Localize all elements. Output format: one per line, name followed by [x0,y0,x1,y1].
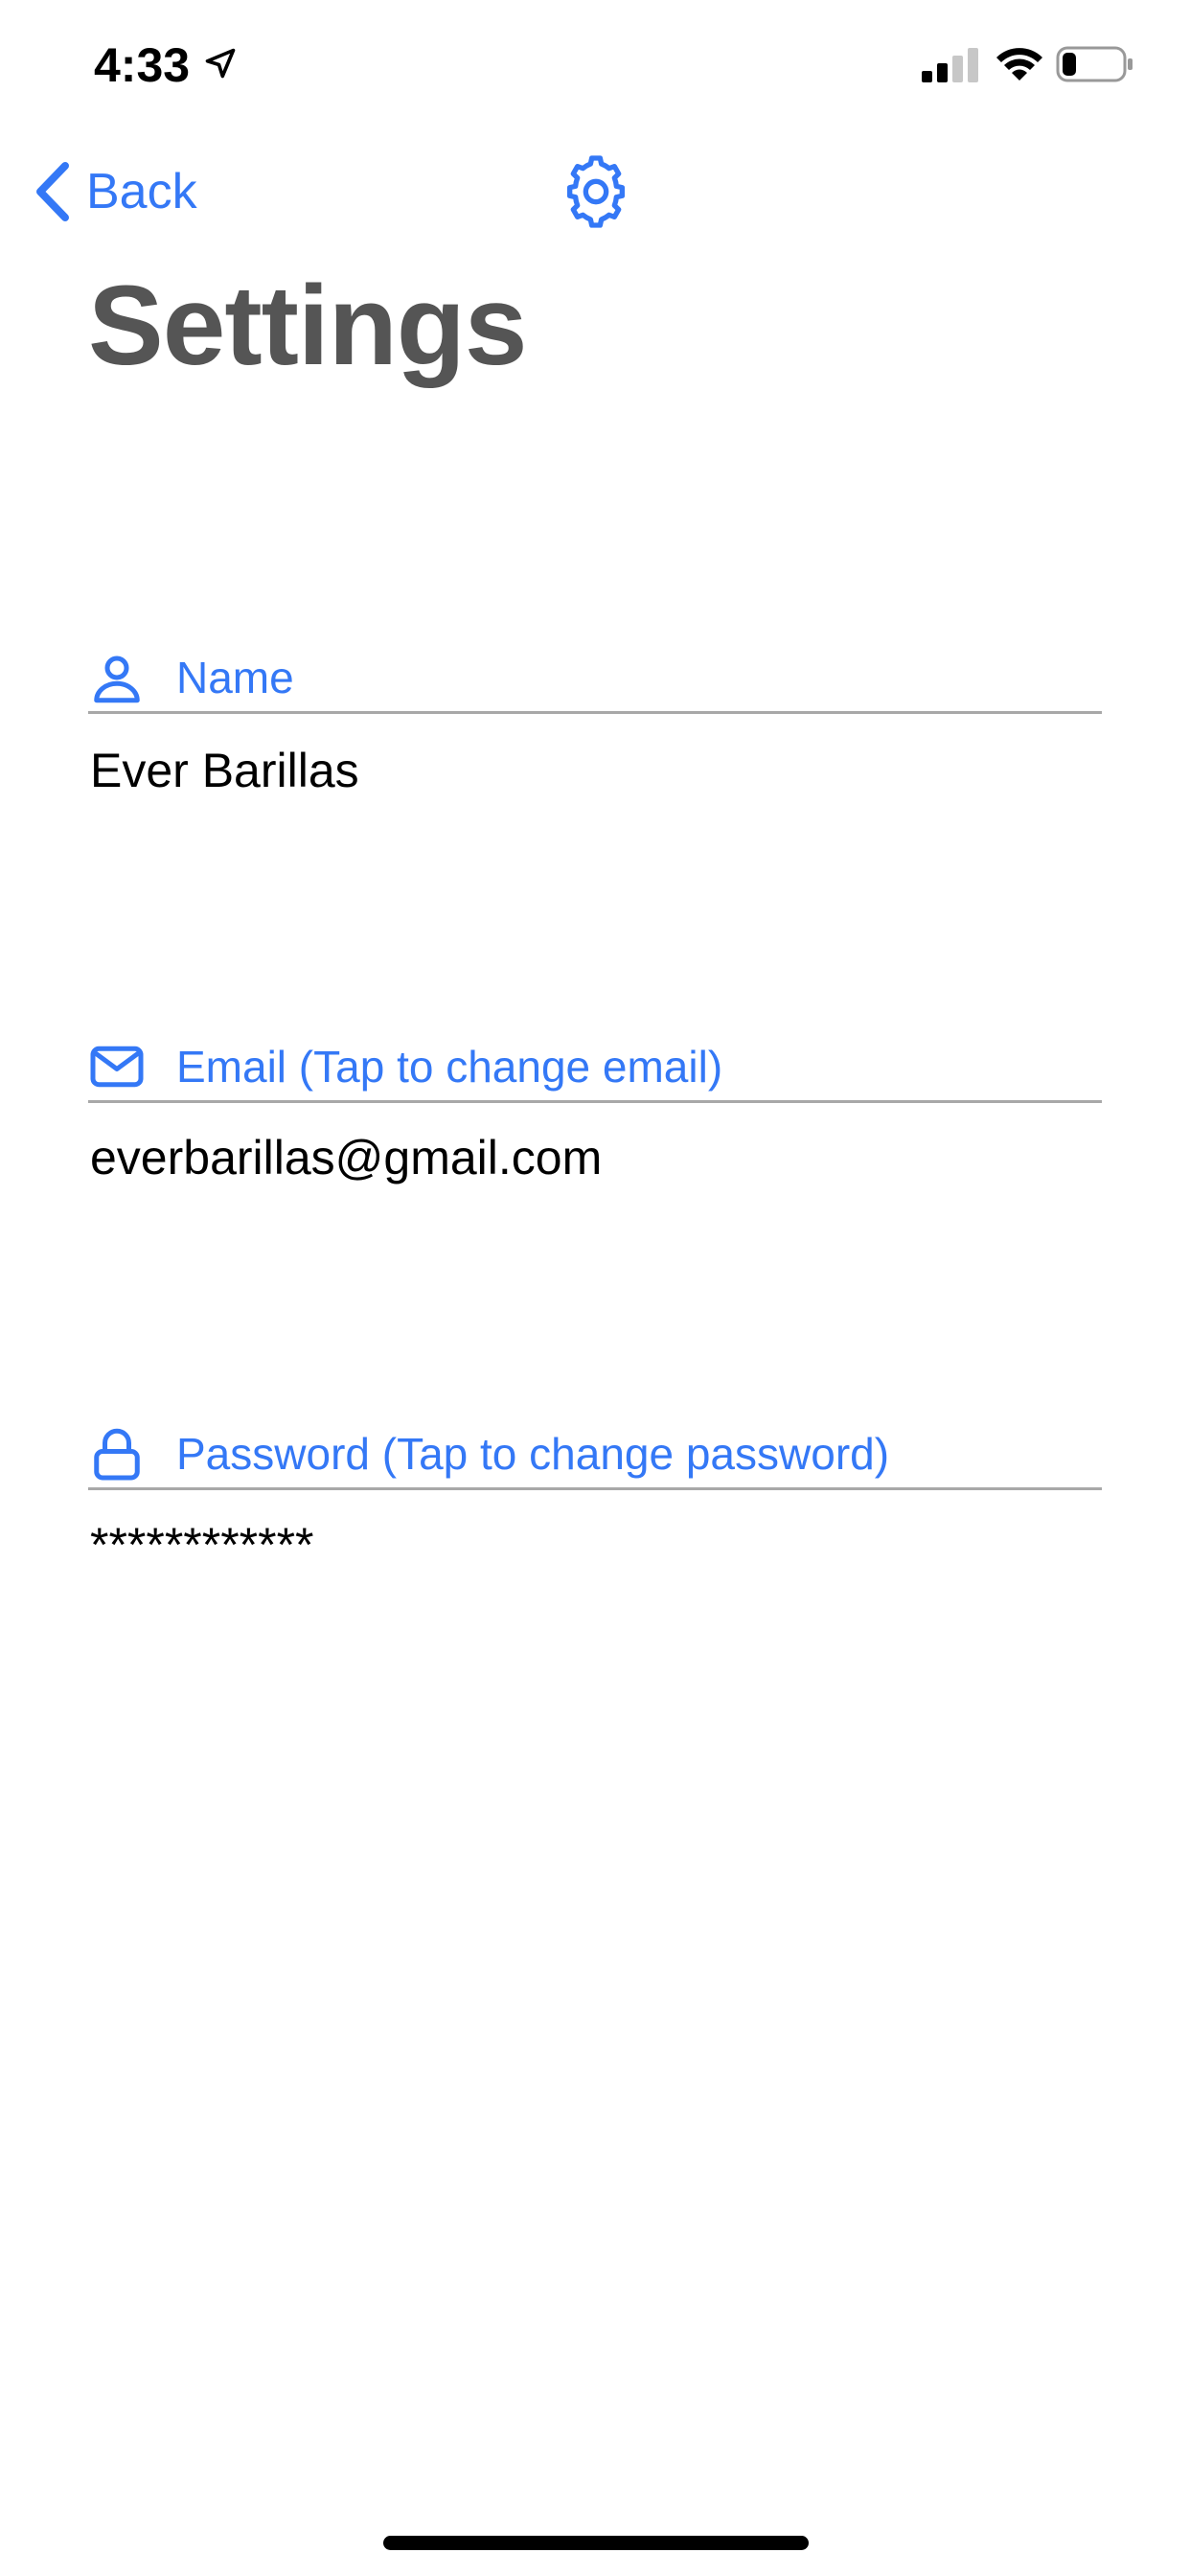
back-button[interactable]: Back [33,153,197,230]
lock-icon [94,1428,140,1481]
wifi-icon [996,48,1042,80]
name-value[interactable]: Ever Barillas [90,742,359,799]
email-field-header[interactable]: Email (Tap to change email) [88,1033,1102,1103]
home-indicator[interactable] [383,2536,809,2550]
page-title: Settings [88,263,527,389]
status-time: 4:33 [94,38,191,92]
back-label: Back [86,164,197,219]
password-value[interactable]: ************ [90,1516,314,1574]
password-field-header[interactable]: Password (Tap to change password) [88,1420,1102,1490]
name-label: Name [176,653,294,702]
envelope-icon [90,1046,144,1088]
location-arrow-icon [205,48,236,79]
password-label: Password (Tap to change password) [176,1429,890,1479]
battery-icon [1056,46,1133,82]
email-value[interactable]: everbarillas@gmail.com [90,1129,602,1186]
person-icon [94,656,140,703]
email-label: Email (Tap to change email) [176,1042,723,1092]
chevron-left-icon [36,162,69,221]
name-field-header[interactable]: Name [88,644,1102,714]
gear-icon[interactable] [558,153,634,230]
cellular-signal-icon [922,48,978,82]
